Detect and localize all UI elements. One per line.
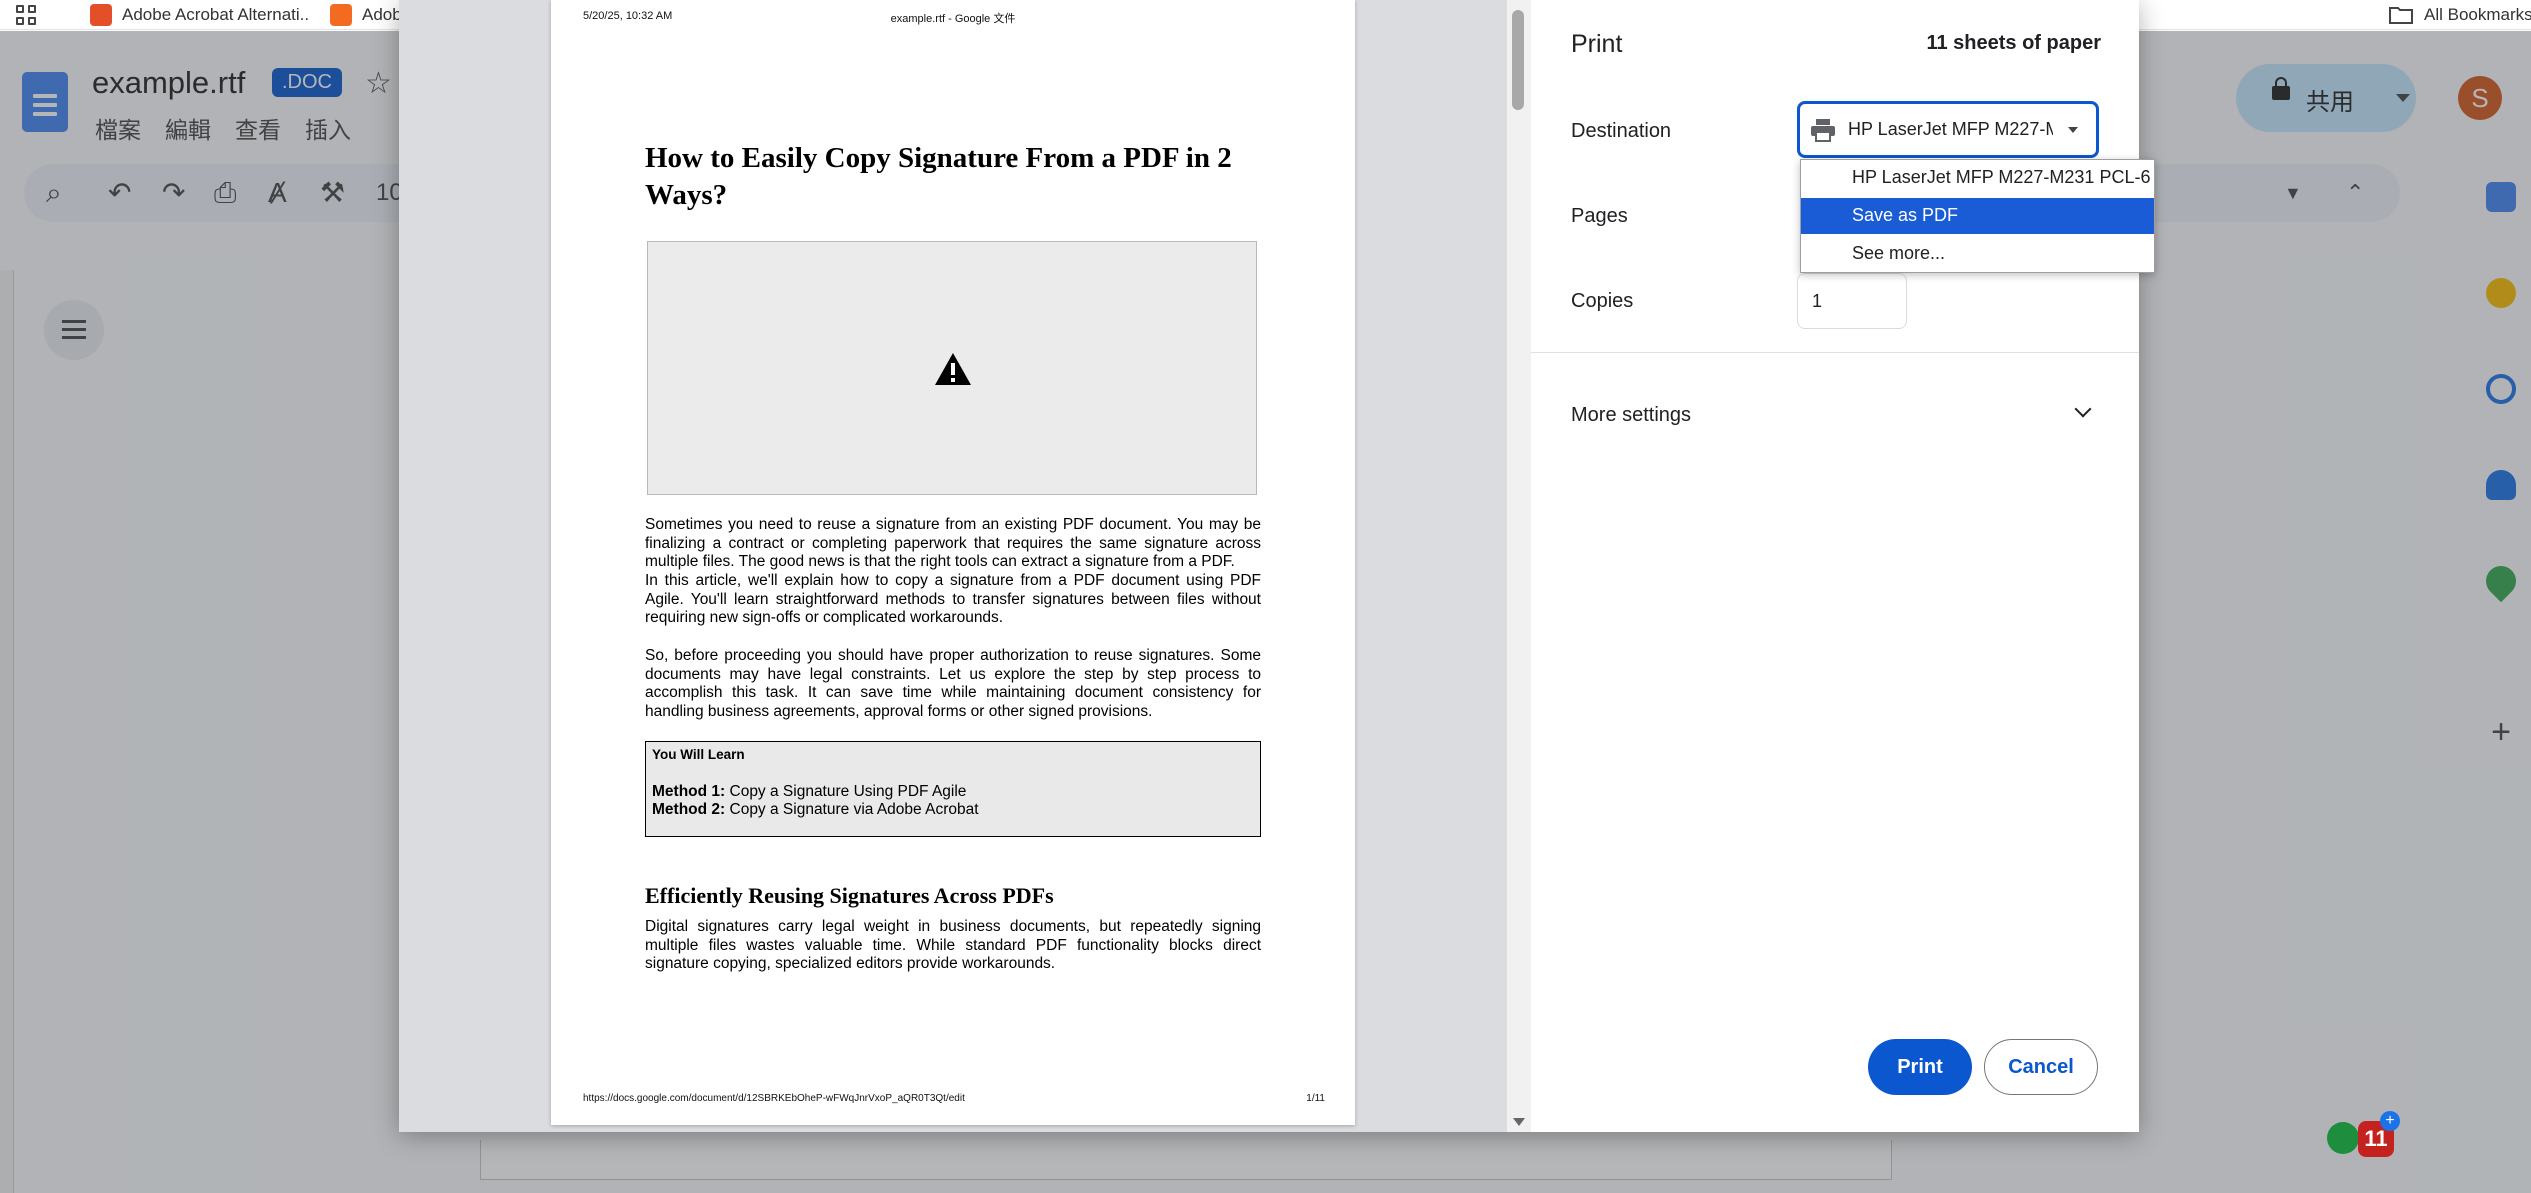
you-will-learn-box: You Will Learn Method 1: Copy a Signatur… <box>645 741 1261 837</box>
destination-label: Destination <box>1571 120 1672 142</box>
learn-box-title: You Will Learn <box>652 747 745 762</box>
article-subheading: Efficiently Reusing Signatures Across PD… <box>645 883 1054 908</box>
bookmark-adobe-acrobat-alternative[interactable]: Adobe Acrobat Alternati... <box>90 0 310 30</box>
destination-dropdown: HP LaserJet MFP M227-M231 PCL-6 Save as … <box>1800 159 2155 273</box>
copies-input[interactable]: 1 <box>1797 273 1907 329</box>
article-paragraph: Digital signatures carry legal weight in… <box>645 918 1261 973</box>
printer-icon <box>1811 119 1835 142</box>
dropdown-option-save-as-pdf[interactable]: Save as PDF <box>1801 198 2154 234</box>
notification-badge[interactable]: 11 + <box>2320 1111 2400 1162</box>
print-preview: 5/20/25, 10:32 AM example.rtf - Google 文… <box>399 0 1507 1132</box>
chevron-down-icon <box>2068 127 2078 133</box>
page-footer-url: https://docs.google.com/document/d/12SBR… <box>583 1093 965 1104</box>
sheet-count: 11 sheets of paper <box>1926 32 2101 54</box>
method-2-line: Method 2: Copy a Signature via Adobe Acr… <box>652 801 979 819</box>
bookmark-adobe[interactable]: Adob <box>330 0 400 30</box>
article-heading: How to Easily Copy Signature From a PDF … <box>645 142 1232 211</box>
scroll-down-icon[interactable] <box>1513 1118 1525 1126</box>
preview-page: 5/20/25, 10:32 AM example.rtf - Google 文… <box>551 0 1355 1125</box>
article-paragraph: Sometimes you need to reuse a signature … <box>645 516 1261 571</box>
print-button[interactable]: Print <box>1868 1039 1972 1095</box>
adobe-icon <box>330 4 352 26</box>
cancel-button[interactable]: Cancel <box>1984 1039 2098 1095</box>
pages-label: Pages <box>1571 205 1628 227</box>
folder-icon <box>2389 7 2413 24</box>
image-placeholder <box>647 241 1257 495</box>
adobe-icon <box>90 4 112 26</box>
destination-value: HP LaserJet MFP M227-M231 PCL-6 <box>1848 119 2053 139</box>
lightbulb-icon <box>2327 1122 2359 1154</box>
method-1-line: Method 1: Copy a Signature Using PDF Agi… <box>652 782 967 800</box>
print-title: Print <box>1571 30 1623 58</box>
article-paragraph: So, before proceeding you should have pr… <box>645 647 1261 721</box>
chevron-down-icon[interactable] <box>2074 400 2092 418</box>
plus-icon: + <box>2380 1111 2400 1131</box>
dropdown-option-hp-laserjet[interactable]: HP LaserJet MFP M227-M231 PCL-6 <box>1801 160 2154 196</box>
page-footer-number: 1/11 <box>1306 1093 1325 1104</box>
more-settings-toggle[interactable]: More settings <box>1571 404 1691 427</box>
settings-divider <box>1531 352 2139 353</box>
article-paragraph: In this article, we'll explain how to co… <box>645 572 1261 627</box>
page-header-title: example.rtf - Google 文件 <box>890 13 1016 25</box>
dropdown-option-see-more[interactable]: See more... <box>1801 236 2154 272</box>
apps-grid-icon[interactable] <box>16 5 38 27</box>
all-bookmarks-button[interactable]: All Bookmarks <box>2388 0 2531 30</box>
scrollbar-thumb[interactable] <box>1512 10 1524 110</box>
destination-select[interactable]: HP LaserJet MFP M227-M231 PCL-6 <box>1797 101 2099 158</box>
preview-scrollbar[interactable] <box>1507 0 1531 1132</box>
copies-label: Copies <box>1571 290 1634 312</box>
warning-icon <box>935 353 971 385</box>
